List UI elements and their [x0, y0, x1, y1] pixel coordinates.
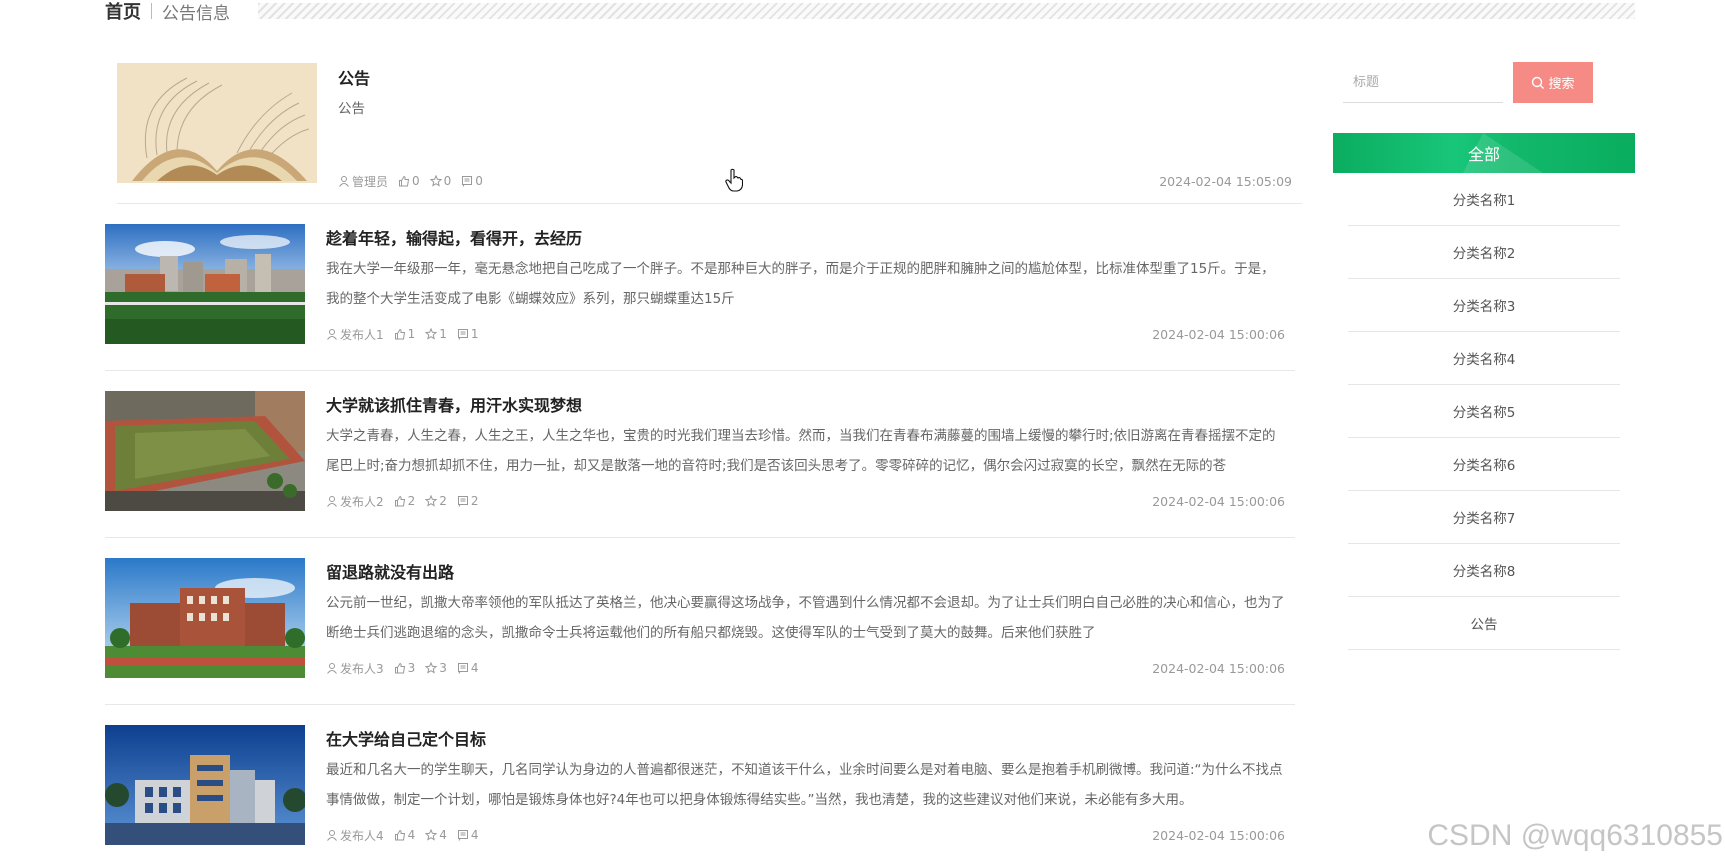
article-meta: 发布人2 2 2 2 2024-02-04 15:00:06	[326, 493, 1285, 509]
search-button-label: 搜索	[1548, 77, 1575, 92]
search-icon	[1532, 76, 1545, 89]
article-image-stadium[interactable]	[105, 391, 305, 511]
article-summary: 最近和几名大一的学生聊天，几名同学认为身边的人普遍都很迷茫，不知道该干什么，业余…	[326, 762, 1283, 808]
category-item[interactable]: 分类名称3	[1348, 279, 1620, 332]
list-item[interactable]: 大学就该抓住青春，用汗水实现梦想 大学之青春，人生之春，人生之王，人生之华也，宝…	[105, 377, 1295, 538]
comment-icon	[457, 830, 468, 841]
star-icon	[425, 829, 438, 841]
article-author: 管理员	[352, 174, 389, 189]
article-date: 2024-02-04 15:00:06	[1152, 660, 1285, 676]
breadcrumb-decoration	[258, 3, 1635, 19]
comment-icon	[457, 329, 468, 340]
comment-count: 4	[470, 661, 479, 675]
article-summary: 大学之青春，人生之春，人生之王，人生之华也，宝贵的时光我们理当去珍惜。然而，当我…	[326, 428, 1276, 474]
article-list: 公告 公告 管理员 0 0 0 2024-02-04 15:05:09 趁着年轻…	[105, 50, 1302, 865]
list-item[interactable]: 趁着年轻，输得起，看得开，去经历 我在大学一年级那一年，毫无悬念地把自己吃成了一…	[105, 210, 1295, 371]
article-image-campus-field[interactable]	[105, 224, 305, 344]
article-meta: 发布人3 3 3 4 2024-02-04 15:00:06	[326, 660, 1285, 676]
comment-count: 2	[470, 494, 479, 508]
list-item[interactable]: 公告 公告 管理员 0 0 0 2024-02-04 15:05:09	[117, 50, 1302, 204]
article-title[interactable]: 趁着年轻，输得起，看得开，去经历	[326, 228, 1285, 250]
thumbs-up-icon	[394, 328, 405, 340]
favorite-count: 1	[439, 327, 447, 341]
article-meta: 管理员 0 0 0 2024-02-04 15:05:09	[338, 173, 1292, 189]
comment-icon	[462, 176, 473, 187]
comment-icon	[457, 663, 468, 674]
breadcrumb-separator	[151, 3, 152, 19]
star-icon	[425, 662, 438, 674]
user-icon	[327, 830, 337, 841]
breadcrumb-home[interactable]: 首页	[105, 0, 141, 24]
article-author: 发布人2	[340, 494, 384, 509]
like-count: 2	[407, 494, 416, 508]
category-all-label: 全部	[1467, 145, 1500, 164]
article-meta: 发布人4 4 4 4 2024-02-04 15:00:06	[326, 827, 1285, 843]
star-icon	[425, 495, 438, 507]
comment-count: 4	[470, 828, 479, 842]
thumbs-up-icon	[394, 495, 405, 507]
list-item[interactable]: 在大学给自己定个目标 最近和几名大一的学生聊天，几名同学认为身边的人普遍都很迷茫…	[105, 711, 1295, 865]
article-date: 2024-02-04 15:00:06	[1152, 493, 1285, 509]
category-item[interactable]: 分类名称2	[1348, 226, 1620, 279]
watermark: CSDN @wqq6310855	[1427, 819, 1723, 852]
article-image-book[interactable]	[117, 63, 317, 183]
article-meta: 发布人1 1 1 1 2024-02-04 15:00:06	[326, 326, 1285, 342]
article-author: 发布人1	[340, 327, 384, 342]
favorite-count: 3	[439, 661, 447, 675]
user-icon	[327, 329, 337, 340]
article-summary: 公元前一世纪，凯撒大帝率领他的军队抵达了英格兰，他决心要赢得这场战争，不管遇到什…	[326, 595, 1285, 641]
article-date: 2024-02-04 15:00:06	[1152, 827, 1285, 843]
category-list: 分类名称1 分类名称2 分类名称3 分类名称4 分类名称5 分类名称6 分类名称…	[1333, 173, 1635, 650]
like-count: 0	[412, 174, 420, 188]
article-summary: 公告	[338, 101, 365, 117]
category-item[interactable]: 分类名称8	[1348, 544, 1620, 597]
comment-icon	[457, 496, 468, 507]
article-date: 2024-02-04 15:00:06	[1152, 326, 1285, 342]
like-count: 3	[407, 661, 416, 675]
user-icon	[339, 176, 349, 187]
like-count: 1	[407, 327, 416, 341]
article-summary: 我在大学一年级那一年，毫无悬念地把自己吃成了一个胖子。不是那种巨大的胖子，而是介…	[326, 261, 1275, 307]
article-author: 发布人3	[340, 661, 384, 676]
star-icon	[425, 328, 438, 340]
user-icon	[327, 496, 337, 507]
article-image-modern-building[interactable]	[105, 725, 305, 845]
breadcrumb-current: 公告信息	[162, 3, 230, 24]
favorite-count: 0	[443, 174, 452, 188]
article-title[interactable]: 大学就该抓住青春，用汗水实现梦想	[326, 395, 1285, 417]
article-title[interactable]: 留退路就没有出路	[326, 562, 1285, 584]
category-item[interactable]: 分类名称5	[1348, 385, 1620, 438]
article-image-brick-building[interactable]	[105, 558, 305, 678]
comment-count: 1	[470, 327, 479, 341]
favorite-count: 2	[439, 494, 447, 508]
category-item[interactable]: 分类名称6	[1348, 438, 1620, 491]
category-item[interactable]: 分类名称4	[1348, 332, 1620, 385]
hand-cursor-icon	[725, 168, 743, 192]
search-button[interactable]: 搜索	[1513, 62, 1593, 103]
search-bar: 搜索	[1343, 62, 1635, 103]
star-icon	[429, 175, 442, 187]
thumbs-up-icon	[399, 175, 410, 187]
breadcrumb: 首页 公告信息	[105, 0, 1635, 24]
article-date: 2024-02-04 15:05:09	[1159, 173, 1292, 189]
like-count: 4	[407, 828, 416, 842]
category-item[interactable]: 公告	[1348, 597, 1620, 650]
category-item[interactable]: 分类名称1	[1348, 173, 1620, 226]
article-author: 发布人4	[340, 828, 384, 843]
category-item[interactable]: 分类名称7	[1348, 491, 1620, 544]
thumbs-up-icon	[394, 662, 405, 674]
category-all-header[interactable]: 全部	[1333, 133, 1635, 173]
favorite-count: 4	[439, 828, 447, 842]
thumbs-up-icon	[394, 829, 405, 841]
sidebar: 搜索 全部 分类名称1 分类名称2 分类名称3 分类名称4 分类名称5 分类名称…	[1333, 62, 1635, 650]
user-icon	[327, 663, 337, 674]
comment-count: 0	[475, 174, 483, 188]
article-title[interactable]: 在大学给自己定个目标	[326, 729, 1285, 751]
list-item[interactable]: 留退路就没有出路 公元前一世纪，凯撒大帝率领他的军队抵达了英格兰，他决心要赢得这…	[105, 544, 1295, 705]
search-input[interactable]	[1343, 62, 1503, 103]
article-title[interactable]: 公告	[338, 68, 1292, 90]
